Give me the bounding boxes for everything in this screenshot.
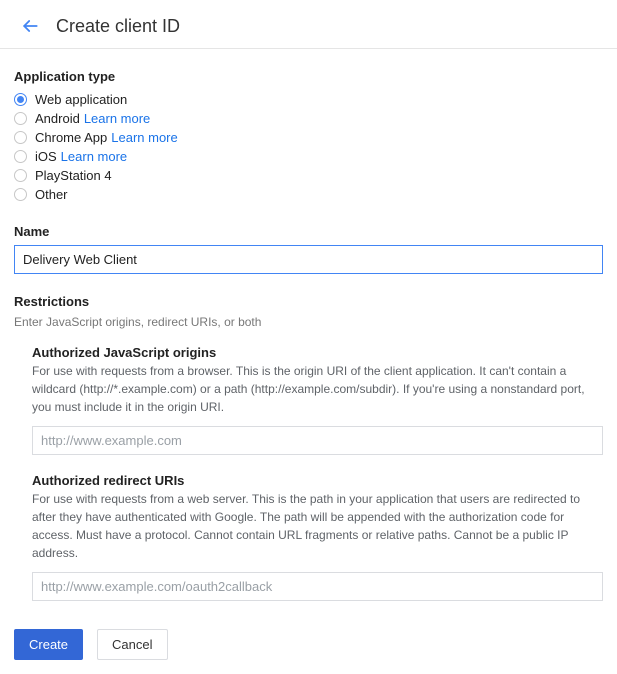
radio-icon <box>14 169 27 182</box>
name-label: Name <box>14 224 603 239</box>
radio-icon <box>14 131 27 144</box>
radio-other[interactable]: Other <box>14 185 603 204</box>
learn-more-link[interactable]: Learn more <box>84 109 150 128</box>
restrictions-hint: Enter JavaScript origins, redirect URIs,… <box>14 315 603 329</box>
learn-more-link[interactable]: Learn more <box>111 128 177 147</box>
radio-label: PlayStation 4 <box>35 166 112 185</box>
redirect-uris-desc: For use with requests from a web server.… <box>32 490 603 562</box>
learn-more-link[interactable]: Learn more <box>61 147 127 166</box>
radio-android[interactable]: Android Learn more <box>14 109 603 128</box>
js-origins-desc: For use with requests from a browser. Th… <box>32 362 603 416</box>
application-type-group: Web application Android Learn more Chrom… <box>14 90 603 204</box>
js-origins-input[interactable] <box>32 426 603 455</box>
cancel-button[interactable]: Cancel <box>97 629 167 660</box>
radio-label: Other <box>35 185 68 204</box>
back-arrow-icon[interactable] <box>18 14 42 38</box>
restrictions-label: Restrictions <box>14 294 603 309</box>
radio-icon <box>14 150 27 163</box>
radio-label: Web application <box>35 90 127 109</box>
redirect-uris-input[interactable] <box>32 572 603 601</box>
page-title: Create client ID <box>56 16 180 37</box>
radio-icon <box>14 93 27 106</box>
radio-icon <box>14 188 27 201</box>
redirect-uris-title: Authorized redirect URIs <box>32 473 603 488</box>
name-input[interactable] <box>14 245 603 274</box>
radio-label: Chrome App <box>35 128 107 147</box>
radio-ios[interactable]: iOS Learn more <box>14 147 603 166</box>
radio-label: Android <box>35 109 80 128</box>
create-button[interactable]: Create <box>14 629 83 660</box>
radio-chrome-app[interactable]: Chrome App Learn more <box>14 128 603 147</box>
radio-web-application[interactable]: Web application <box>14 90 603 109</box>
js-origins-title: Authorized JavaScript origins <box>32 345 603 360</box>
radio-playstation4[interactable]: PlayStation 4 <box>14 166 603 185</box>
application-type-label: Application type <box>14 69 603 84</box>
radio-label: iOS <box>35 147 57 166</box>
radio-icon <box>14 112 27 125</box>
